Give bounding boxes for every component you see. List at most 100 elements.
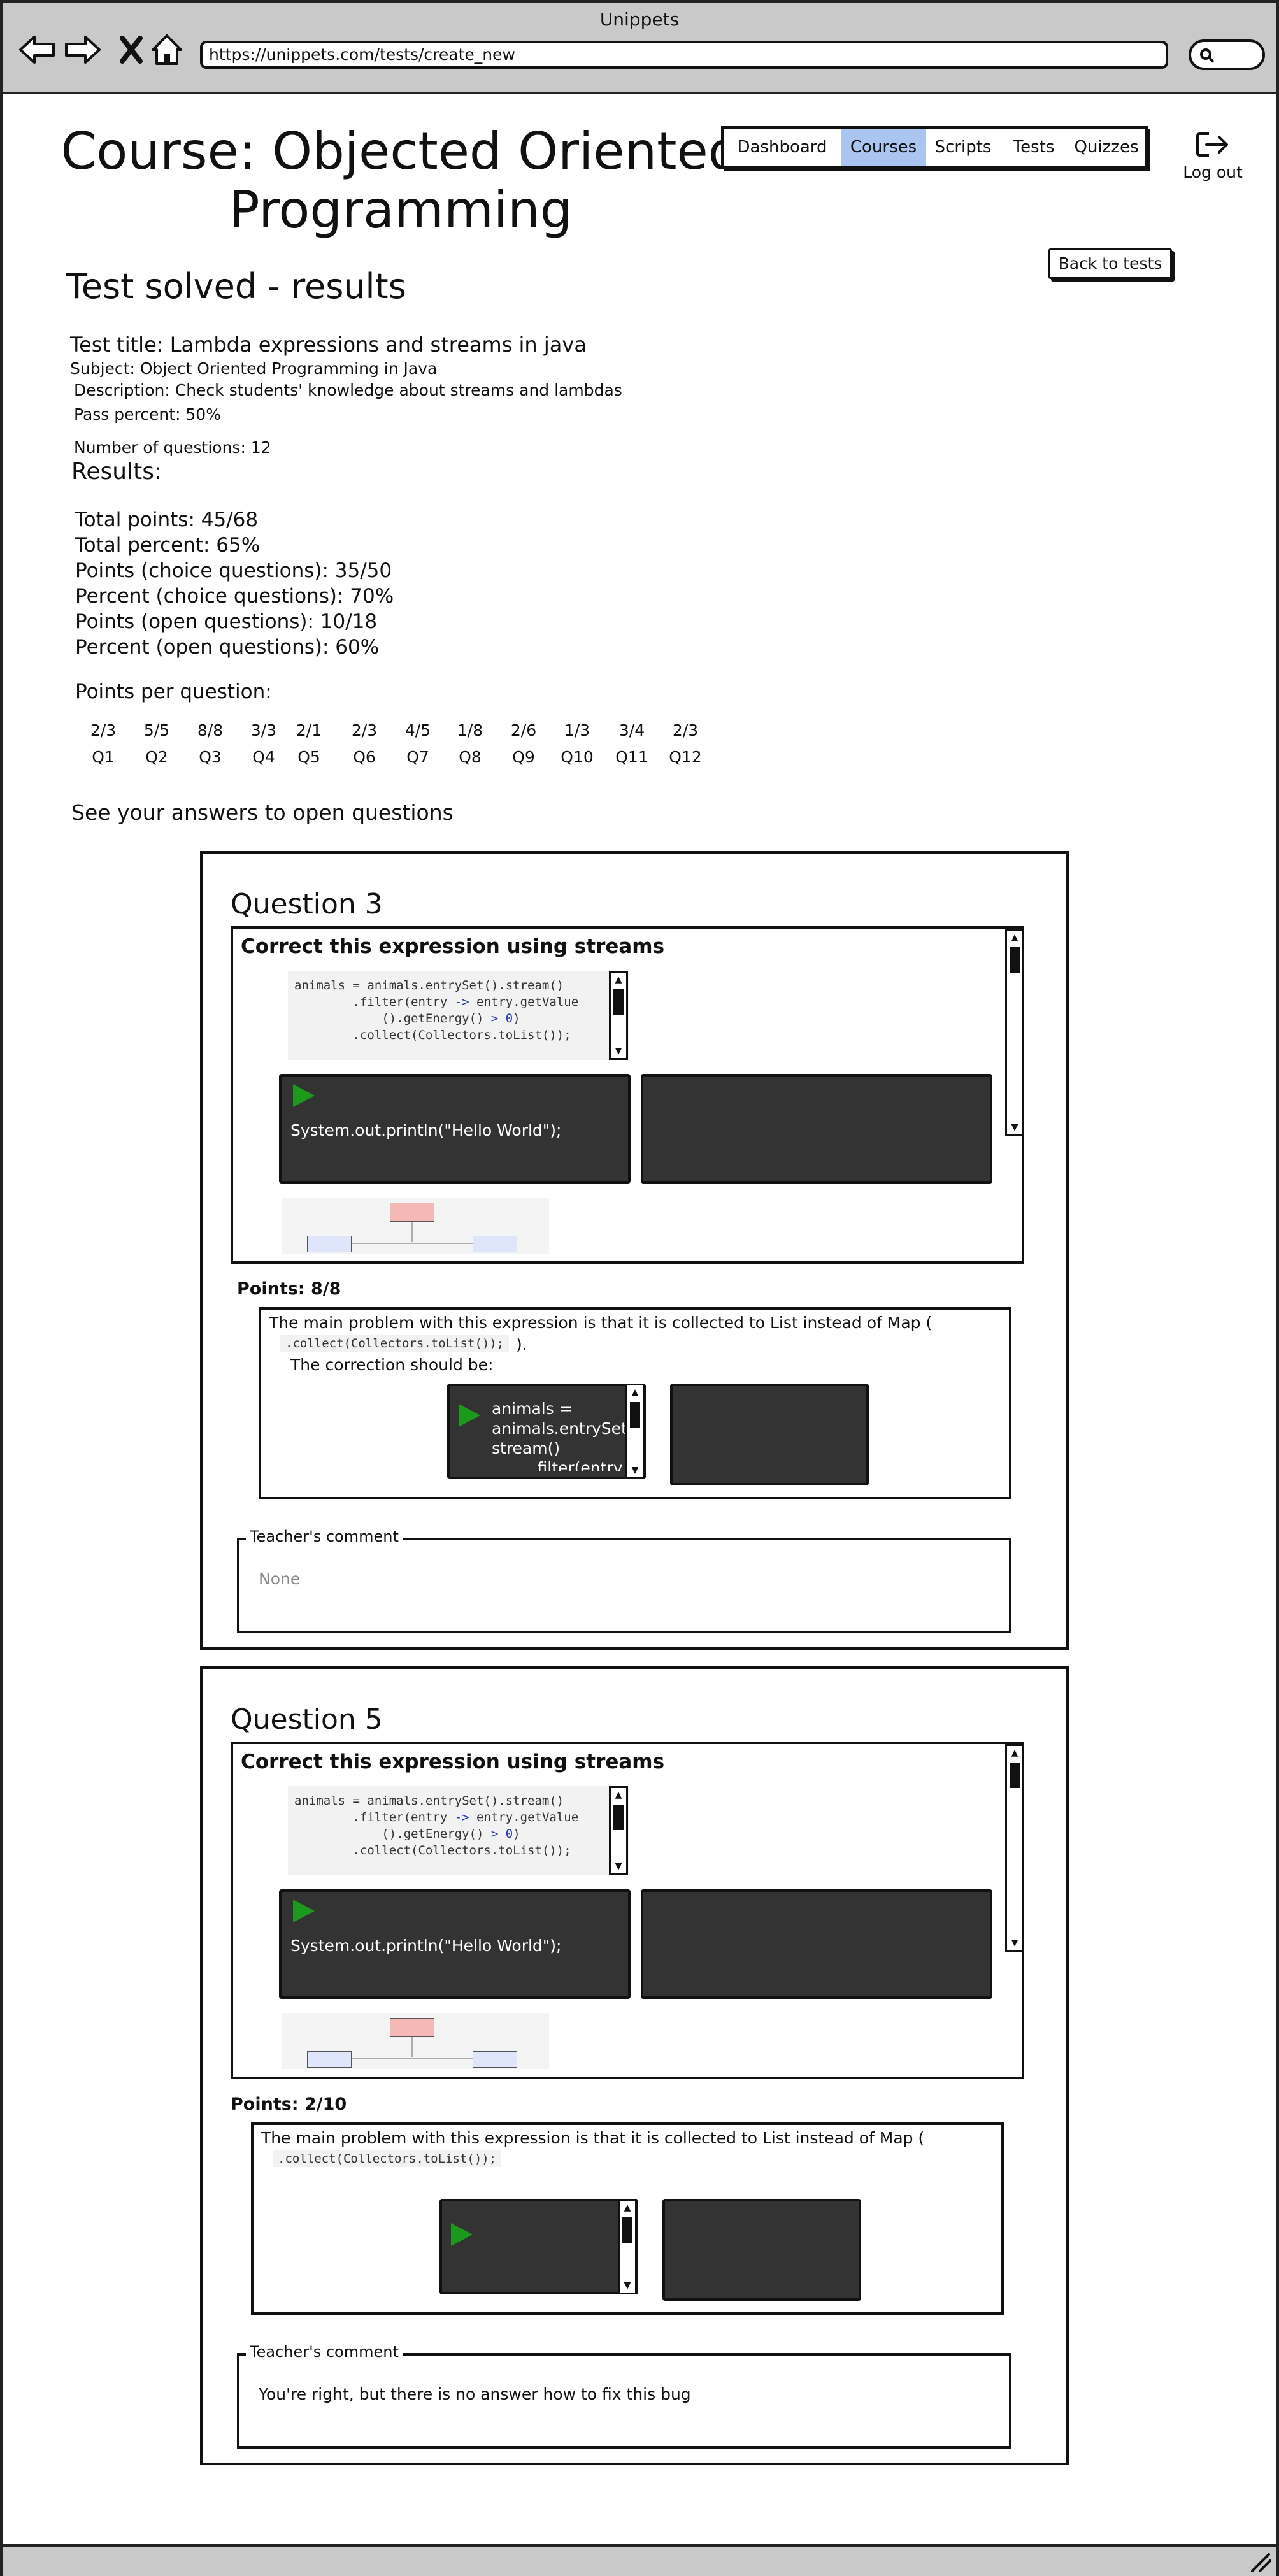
code-line: animals = animals.entrySet().stream()	[294, 978, 564, 992]
ppq-label: Q2	[145, 748, 168, 766]
scroll-down-icon[interactable]: ▼	[1007, 1937, 1022, 1949]
answer-editor-code: animals = animals.entrySet(). stream() .…	[492, 1399, 645, 1471]
question-prompt: Correct this expression using streams	[241, 935, 665, 958]
teacher-comment-label: Teacher's comment	[246, 2343, 403, 2361]
play-icon[interactable]	[293, 1900, 315, 1922]
answer-inline-code: .collect(Collectors.toList());	[273, 2150, 502, 2167]
scroll-up-icon[interactable]: ▲	[1007, 932, 1022, 943]
code-scrollbar[interactable]: ▲ ▼	[609, 1786, 628, 1875]
answer-output-panel	[662, 2199, 861, 2301]
scroll-up-icon[interactable]: ▲	[1007, 1747, 1022, 1759]
ppq-label: Q5	[297, 748, 320, 766]
close-icon[interactable]	[112, 31, 150, 69]
content-scrollbar[interactable]: ▲ ▼	[1005, 929, 1022, 1136]
teacher-comment-box: Teacher's comment None	[237, 1528, 1011, 1633]
diagram-image	[282, 1198, 549, 1254]
main-nav: Dashboard Courses Scripts Tests Quizzes	[721, 126, 1148, 168]
ppq-score: 5/5	[143, 721, 170, 740]
teacher-comment-box: Teacher's comment You're right, but ther…	[237, 2343, 1011, 2449]
output-panel	[641, 1889, 992, 1999]
play-icon[interactable]	[459, 1404, 480, 1427]
nav-courses[interactable]: Courses	[841, 129, 926, 166]
code-scrollbar[interactable]: ▲ ▼	[609, 971, 628, 1060]
scroll-up-icon[interactable]: ▲	[611, 1789, 626, 1801]
question-content: Correct this expression using streams an…	[231, 926, 1024, 1264]
ppq-score: 1/8	[457, 721, 483, 740]
play-icon[interactable]	[451, 2223, 473, 2246]
logout-button[interactable]: Log out	[1181, 130, 1245, 182]
code-editor[interactable]: System.out.println("Hello World");	[279, 1074, 631, 1184]
course-title: Course: Objected Oriented Programming	[61, 122, 741, 240]
ppq-score: 2/3	[672, 721, 699, 740]
browser-statusbar	[3, 2544, 1276, 2576]
answer-box: The main problem with this expression is…	[251, 2122, 1004, 2315]
code-line: animals = animals.entrySet().stream()	[294, 1794, 564, 1808]
nav-quizzes[interactable]: Quizzes	[1068, 129, 1145, 166]
content-scrollbar[interactable]: ▲ ▼	[1005, 1744, 1022, 1952]
nav-tests[interactable]: Tests	[1000, 129, 1068, 166]
answer-text-correction: The correction should be:	[290, 1356, 494, 1374]
total-percent: Total percent: 65%	[75, 534, 261, 557]
question-title: Question 5	[231, 1703, 383, 1736]
points-per-question-heading: Points per question:	[75, 680, 272, 703]
test-description: Description: Check students' knowledge a…	[74, 381, 622, 399]
ppq-score: 3/4	[618, 721, 645, 740]
scroll-down-icon[interactable]: ▼	[627, 1464, 643, 1476]
ppq-score: 4/5	[404, 721, 431, 740]
ppq-score: 1/3	[564, 721, 590, 740]
url-bar[interactable]: https://unippets.com/tests/create_new	[200, 41, 1168, 69]
answer-text: The main problem with this expression is…	[261, 2129, 925, 2147]
ppq-label: Q3	[199, 748, 222, 766]
code-editor[interactable]: System.out.println("Hello World");	[279, 1889, 631, 1999]
answer-editor-scrollbar[interactable]: ▲ ▼	[625, 1384, 645, 1479]
answer-editor-scrollbar[interactable]: ▲ ▼	[618, 2199, 637, 2294]
code-snippet: animals = animals.entrySet().stream() .f…	[288, 971, 629, 1060]
ppq-label: Q7	[406, 748, 429, 766]
scroll-up-icon[interactable]: ▲	[627, 1387, 643, 1398]
ppq-score: 2/3	[351, 721, 378, 740]
ppq-label: Q12	[669, 748, 702, 766]
ppq-label: Q9	[512, 748, 535, 766]
resize-grip-icon[interactable]	[1247, 2551, 1273, 2573]
scroll-up-icon[interactable]: ▲	[620, 2202, 635, 2214]
scroll-down-icon[interactable]: ▼	[611, 1861, 626, 1872]
forward-arrow-icon[interactable]	[64, 31, 102, 69]
answer-output-panel	[670, 1384, 869, 1485]
window-title: Unippets	[599, 9, 680, 30]
choice-percent: Percent (choice questions): 70%	[75, 585, 394, 608]
back-to-tests-button[interactable]: Back to tests	[1048, 248, 1172, 279]
scroll-down-icon[interactable]: ▼	[620, 2280, 635, 2291]
results-subheading: Results:	[71, 459, 162, 485]
search-icon	[1200, 48, 1215, 63]
teacher-comment: You're right, but there is no answer how…	[259, 2385, 691, 2403]
answer-text: The main problem with this expression is…	[269, 1313, 932, 1332]
search-box[interactable]	[1189, 39, 1265, 70]
output-panel	[641, 1074, 992, 1184]
scroll-down-icon[interactable]: ▼	[611, 1045, 626, 1057]
test-subject: Subject: Object Oriented Programming in …	[70, 359, 438, 378]
ppq-label: Q10	[561, 748, 594, 766]
browser-window: Unippets https://unippets.com/tests/crea…	[0, 0, 1279, 2576]
answer-editor[interactable]: animals = animals.entrySet(). stream() .…	[447, 1384, 646, 1479]
diagram-image	[282, 2013, 549, 2069]
question-card: Question 3 Correct this expression using…	[200, 851, 1069, 1650]
home-icon[interactable]	[148, 31, 186, 69]
answer-editor[interactable]: ▲ ▼	[439, 2199, 638, 2294]
nav-scripts[interactable]: Scripts	[926, 129, 1000, 166]
answer-inline-code: .collect(Collectors.toList());	[280, 1335, 510, 1352]
choice-points: Points (choice questions): 35/50	[75, 559, 392, 582]
question-count: Number of questions: 12	[74, 438, 271, 457]
pass-percent: Pass percent: 50%	[74, 405, 221, 424]
ppq-score: 2/3	[90, 721, 117, 740]
answer-box: The main problem with this expression is…	[259, 1307, 1011, 1499]
play-icon[interactable]	[293, 1084, 315, 1107]
scroll-down-icon[interactable]: ▼	[1007, 1122, 1022, 1133]
code-snippet: animals = animals.entrySet().stream() .f…	[288, 1786, 629, 1875]
scroll-up-icon[interactable]: ▲	[611, 974, 626, 985]
total-points: Total points: 45/68	[75, 508, 259, 531]
back-arrow-icon[interactable]	[18, 31, 56, 69]
ppq-score: 2/1	[296, 721, 322, 740]
ppq-score: 8/8	[197, 721, 224, 740]
nav-dashboard[interactable]: Dashboard	[724, 129, 841, 166]
ppq-label: Q11	[615, 748, 648, 766]
